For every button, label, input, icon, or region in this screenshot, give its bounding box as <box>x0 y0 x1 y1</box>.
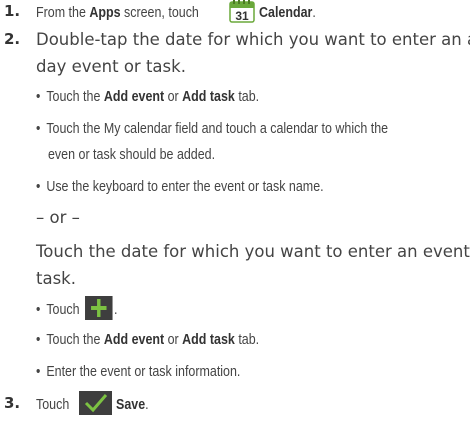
alt-line-2: task. <box>36 269 76 288</box>
alt-line-1: Touch the date for which you want to ent… <box>36 242 470 261</box>
bullet-item: • Use the keyboard to enter the event or … <box>36 179 324 195</box>
bullet-continuation: even or task should be added. <box>48 147 216 163</box>
apps-label: Apps <box>89 5 121 21</box>
step-1-text: From the Apps screen, touch 31 Calendar. <box>36 0 325 25</box>
step-number: 1. <box>4 2 21 20</box>
add-event-label: Add event <box>103 89 165 105</box>
checkmark-icon <box>78 390 112 415</box>
add-task-label: Add task <box>182 89 235 105</box>
bullet-item: • Enter the event or task information. <box>36 364 241 380</box>
plus-icon <box>84 296 113 321</box>
bullet-item: • Touch the My calendar field and touch a… <box>36 121 389 137</box>
step-number: 3. <box>4 394 21 412</box>
bullet-item: • Touch . <box>36 296 117 322</box>
step-number: 2. <box>4 30 21 48</box>
calendar-label: Calendar <box>259 5 313 21</box>
step-2-line-2: day event or task. <box>36 57 186 76</box>
save-label: Save <box>115 397 145 413</box>
or-separator: – or – <box>36 208 80 227</box>
svg-text:31: 31 <box>236 9 250 23</box>
calendar-icon: 31 <box>229 0 256 23</box>
add-task-label: Add task <box>182 332 235 348</box>
step-2-line-1: Double-tap the date for which you want t… <box>36 30 470 49</box>
bullet-item: • Touch the Add event or Add task tab. <box>36 89 260 105</box>
bullet-item: • Touch the Add event or Add task tab. <box>36 332 260 348</box>
step-3-text: Touch Save. <box>36 390 154 417</box>
add-event-label: Add event <box>103 332 165 348</box>
